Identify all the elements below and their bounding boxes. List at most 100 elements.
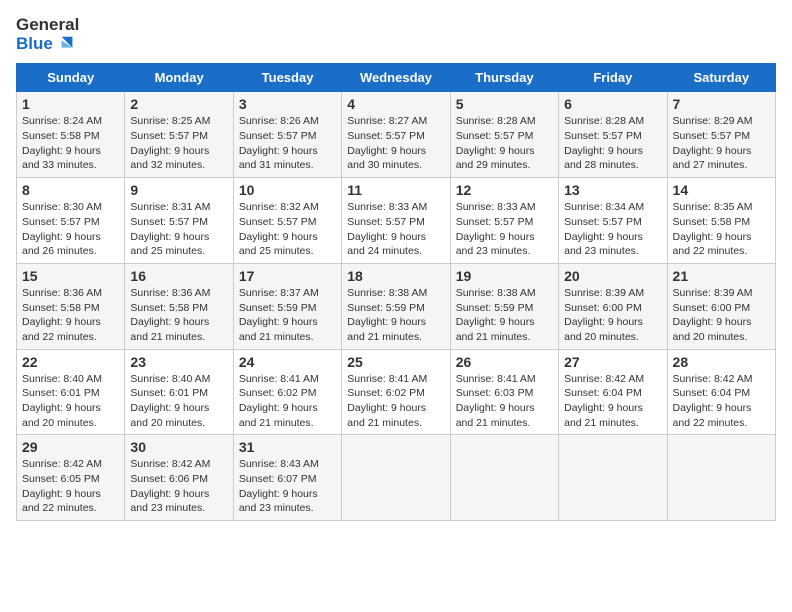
- calendar-day: 3 Sunrise: 8:26 AMSunset: 5:57 PMDayligh…: [233, 92, 341, 178]
- day-info: Sunrise: 8:38 AMSunset: 5:59 PMDaylight:…: [456, 286, 553, 345]
- day-info: Sunrise: 8:30 AMSunset: 5:57 PMDaylight:…: [22, 200, 119, 259]
- day-number: 12: [456, 182, 553, 198]
- calendar-day: 28 Sunrise: 8:42 AMSunset: 6:04 PMDaylig…: [667, 349, 775, 435]
- calendar-day: 20 Sunrise: 8:39 AMSunset: 6:00 PMDaylig…: [559, 263, 667, 349]
- weekday-header: Monday: [125, 64, 233, 92]
- calendar-day: 29 Sunrise: 8:42 AMSunset: 6:05 PMDaylig…: [17, 435, 125, 521]
- day-info: Sunrise: 8:29 AMSunset: 5:57 PMDaylight:…: [673, 114, 770, 173]
- day-number: 5: [456, 96, 553, 112]
- day-number: 21: [673, 268, 770, 284]
- weekday-header: Sunday: [17, 64, 125, 92]
- logo-text: General Blue: [16, 16, 79, 53]
- day-info: Sunrise: 8:40 AMSunset: 6:01 PMDaylight:…: [130, 372, 227, 431]
- day-number: 6: [564, 96, 661, 112]
- day-number: 8: [22, 182, 119, 198]
- day-info: Sunrise: 8:38 AMSunset: 5:59 PMDaylight:…: [347, 286, 444, 345]
- calendar-day: 25 Sunrise: 8:41 AMSunset: 6:02 PMDaylig…: [342, 349, 450, 435]
- calendar-day: 6 Sunrise: 8:28 AMSunset: 5:57 PMDayligh…: [559, 92, 667, 178]
- day-info: Sunrise: 8:41 AMSunset: 6:02 PMDaylight:…: [347, 372, 444, 431]
- day-info: Sunrise: 8:36 AMSunset: 5:58 PMDaylight:…: [130, 286, 227, 345]
- day-info: Sunrise: 8:42 AMSunset: 6:05 PMDaylight:…: [22, 457, 119, 516]
- empty-cell: [559, 435, 667, 521]
- day-info: Sunrise: 8:37 AMSunset: 5:59 PMDaylight:…: [239, 286, 336, 345]
- day-number: 1: [22, 96, 119, 112]
- calendar-day: 10 Sunrise: 8:32 AMSunset: 5:57 PMDaylig…: [233, 178, 341, 264]
- day-number: 31: [239, 439, 336, 455]
- empty-cell: [667, 435, 775, 521]
- calendar-day: 15 Sunrise: 8:36 AMSunset: 5:58 PMDaylig…: [17, 263, 125, 349]
- empty-cell: [342, 435, 450, 521]
- calendar-day: 16 Sunrise: 8:36 AMSunset: 5:58 PMDaylig…: [125, 263, 233, 349]
- day-info: Sunrise: 8:42 AMSunset: 6:04 PMDaylight:…: [564, 372, 661, 431]
- day-number: 3: [239, 96, 336, 112]
- day-info: Sunrise: 8:42 AMSunset: 6:06 PMDaylight:…: [130, 457, 227, 516]
- calendar-day: 11 Sunrise: 8:33 AMSunset: 5:57 PMDaylig…: [342, 178, 450, 264]
- calendar-day: 17 Sunrise: 8:37 AMSunset: 5:59 PMDaylig…: [233, 263, 341, 349]
- calendar-day: 8 Sunrise: 8:30 AMSunset: 5:57 PMDayligh…: [17, 178, 125, 264]
- day-number: 19: [456, 268, 553, 284]
- logo: General Blue: [16, 16, 79, 53]
- calendar-day: 27 Sunrise: 8:42 AMSunset: 6:04 PMDaylig…: [559, 349, 667, 435]
- calendar-day: 18 Sunrise: 8:38 AMSunset: 5:59 PMDaylig…: [342, 263, 450, 349]
- calendar-day: 9 Sunrise: 8:31 AMSunset: 5:57 PMDayligh…: [125, 178, 233, 264]
- calendar-day: 22 Sunrise: 8:40 AMSunset: 6:01 PMDaylig…: [17, 349, 125, 435]
- calendar-day: 14 Sunrise: 8:35 AMSunset: 5:58 PMDaylig…: [667, 178, 775, 264]
- day-info: Sunrise: 8:39 AMSunset: 6:00 PMDaylight:…: [673, 286, 770, 345]
- calendar-day: 30 Sunrise: 8:42 AMSunset: 6:06 PMDaylig…: [125, 435, 233, 521]
- day-number: 27: [564, 354, 661, 370]
- weekday-header: Saturday: [667, 64, 775, 92]
- day-number: 16: [130, 268, 227, 284]
- calendar-day: 23 Sunrise: 8:40 AMSunset: 6:01 PMDaylig…: [125, 349, 233, 435]
- day-info: Sunrise: 8:27 AMSunset: 5:57 PMDaylight:…: [347, 114, 444, 173]
- day-info: Sunrise: 8:42 AMSunset: 6:04 PMDaylight:…: [673, 372, 770, 431]
- day-number: 11: [347, 182, 444, 198]
- day-number: 2: [130, 96, 227, 112]
- day-number: 4: [347, 96, 444, 112]
- day-number: 9: [130, 182, 227, 198]
- day-info: Sunrise: 8:41 AMSunset: 6:02 PMDaylight:…: [239, 372, 336, 431]
- day-number: 24: [239, 354, 336, 370]
- day-number: 13: [564, 182, 661, 198]
- calendar-day: 19 Sunrise: 8:38 AMSunset: 5:59 PMDaylig…: [450, 263, 558, 349]
- day-info: Sunrise: 8:28 AMSunset: 5:57 PMDaylight:…: [564, 114, 661, 173]
- day-info: Sunrise: 8:34 AMSunset: 5:57 PMDaylight:…: [564, 200, 661, 259]
- day-number: 29: [22, 439, 119, 455]
- day-info: Sunrise: 8:26 AMSunset: 5:57 PMDaylight:…: [239, 114, 336, 173]
- day-number: 26: [456, 354, 553, 370]
- day-info: Sunrise: 8:39 AMSunset: 6:00 PMDaylight:…: [564, 286, 661, 345]
- weekday-header: Thursday: [450, 64, 558, 92]
- calendar-day: 5 Sunrise: 8:28 AMSunset: 5:57 PMDayligh…: [450, 92, 558, 178]
- day-number: 10: [239, 182, 336, 198]
- calendar-day: 12 Sunrise: 8:33 AMSunset: 5:57 PMDaylig…: [450, 178, 558, 264]
- page-header: General Blue: [16, 16, 776, 53]
- day-info: Sunrise: 8:24 AMSunset: 5:58 PMDaylight:…: [22, 114, 119, 173]
- day-info: Sunrise: 8:43 AMSunset: 6:07 PMDaylight:…: [239, 457, 336, 516]
- day-number: 30: [130, 439, 227, 455]
- calendar-day: 24 Sunrise: 8:41 AMSunset: 6:02 PMDaylig…: [233, 349, 341, 435]
- day-info: Sunrise: 8:31 AMSunset: 5:57 PMDaylight:…: [130, 200, 227, 259]
- day-number: 23: [130, 354, 227, 370]
- empty-cell: [450, 435, 558, 521]
- day-number: 14: [673, 182, 770, 198]
- day-info: Sunrise: 8:40 AMSunset: 6:01 PMDaylight:…: [22, 372, 119, 431]
- weekday-header: Friday: [559, 64, 667, 92]
- day-number: 28: [673, 354, 770, 370]
- weekday-header: Wednesday: [342, 64, 450, 92]
- calendar-day: 21 Sunrise: 8:39 AMSunset: 6:00 PMDaylig…: [667, 263, 775, 349]
- day-info: Sunrise: 8:32 AMSunset: 5:57 PMDaylight:…: [239, 200, 336, 259]
- calendar-table: SundayMondayTuesdayWednesdayThursdayFrid…: [16, 63, 776, 521]
- day-number: 15: [22, 268, 119, 284]
- day-info: Sunrise: 8:41 AMSunset: 6:03 PMDaylight:…: [456, 372, 553, 431]
- day-info: Sunrise: 8:33 AMSunset: 5:57 PMDaylight:…: [456, 200, 553, 259]
- day-info: Sunrise: 8:36 AMSunset: 5:58 PMDaylight:…: [22, 286, 119, 345]
- day-info: Sunrise: 8:28 AMSunset: 5:57 PMDaylight:…: [456, 114, 553, 173]
- calendar-day: 1 Sunrise: 8:24 AMSunset: 5:58 PMDayligh…: [17, 92, 125, 178]
- calendar-day: 26 Sunrise: 8:41 AMSunset: 6:03 PMDaylig…: [450, 349, 558, 435]
- calendar-day: 13 Sunrise: 8:34 AMSunset: 5:57 PMDaylig…: [559, 178, 667, 264]
- calendar-day: 4 Sunrise: 8:27 AMSunset: 5:57 PMDayligh…: [342, 92, 450, 178]
- day-number: 17: [239, 268, 336, 284]
- day-number: 7: [673, 96, 770, 112]
- day-info: Sunrise: 8:33 AMSunset: 5:57 PMDaylight:…: [347, 200, 444, 259]
- day-info: Sunrise: 8:25 AMSunset: 5:57 PMDaylight:…: [130, 114, 227, 173]
- day-info: Sunrise: 8:35 AMSunset: 5:58 PMDaylight:…: [673, 200, 770, 259]
